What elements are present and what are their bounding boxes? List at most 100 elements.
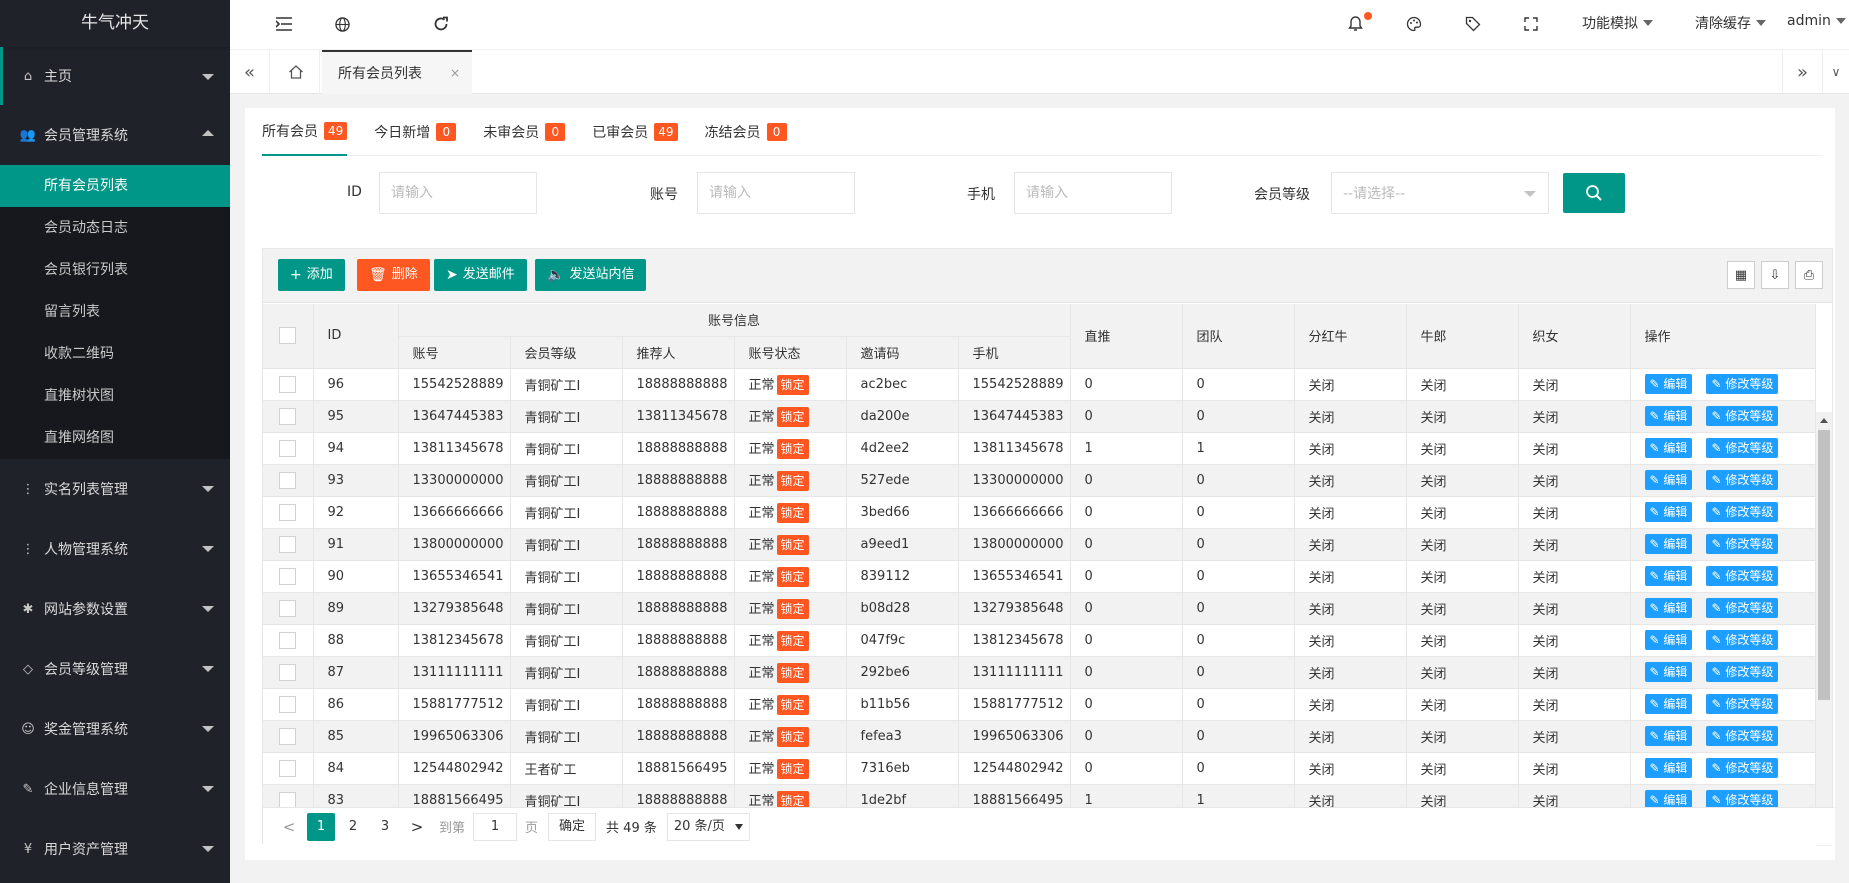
edit-level-button[interactable]: ✎ 修改等级 — [1706, 758, 1779, 778]
tabs-dropdown-icon[interactable]: ∨ — [1822, 50, 1849, 94]
edit-button[interactable]: ✎ 编辑 — [1644, 502, 1693, 522]
next-page-button[interactable]: > — [403, 813, 431, 841]
lock-button[interactable]: 锁定 — [776, 662, 809, 683]
scroll-thumb[interactable] — [1818, 430, 1830, 700]
tabs-right-icon[interactable]: » — [1782, 50, 1822, 94]
table-row[interactable]: 88 13812345678 青铜矿工I 18888888888 正常 锁定 047f9c 1… — [263, 624, 1816, 657]
search-button[interactable] — [1563, 173, 1625, 213]
edit-level-button[interactable]: ✎ 修改等级 — [1706, 374, 1779, 394]
lock-button[interactable]: 锁定 — [776, 470, 809, 491]
select-all-checkbox[interactable] — [279, 327, 297, 345]
bell-icon[interactable] — [1345, 14, 1365, 34]
edit-level-button[interactable]: ✎ 修改等级 — [1706, 566, 1779, 586]
edit-button[interactable]: ✎ 编辑 — [1644, 438, 1693, 458]
lock-button[interactable]: 锁定 — [776, 406, 809, 427]
row-checkbox[interactable] — [279, 503, 297, 521]
edit-button[interactable]: ✎ 编辑 — [1644, 566, 1693, 586]
lock-button[interactable]: 锁定 — [776, 566, 809, 587]
delete-button[interactable]: 🗑 删除 — [357, 259, 430, 291]
print-icon[interactable]: ⎙ — [1795, 261, 1823, 289]
sidebar-subitem-6[interactable]: 直推网络图 — [0, 417, 230, 459]
table-row[interactable]: 85 19965063306 青铜矿工I 18888888888 正常 锁定 fefea3 1… — [263, 720, 1816, 753]
row-checkbox[interactable] — [279, 663, 297, 681]
edit-level-button[interactable]: ✎ 修改等级 — [1706, 534, 1779, 554]
table-row[interactable]: 84 12544802942 王者矿工 18881566495 正常 锁定 7316eb 12… — [263, 752, 1816, 785]
globe-icon[interactable] — [332, 14, 352, 34]
row-checkbox[interactable] — [279, 599, 297, 617]
row-checkbox[interactable] — [279, 567, 297, 585]
table-row[interactable]: 91 13800000000 青铜矿工I 18888888888 正常 锁定 a9eed1 1… — [263, 528, 1816, 561]
sidebar-item-4[interactable]: ✱ 网站参数设置 — [0, 579, 230, 639]
sidebar-item-5[interactable]: ◇ 会员等级管理 — [0, 639, 230, 699]
clear-cache-menu[interactable]: 清除缓存 — [1695, 13, 1766, 33]
sidebar-subitem-5[interactable]: 直推树状图 — [0, 375, 230, 417]
id-input[interactable] — [379, 172, 537, 214]
edit-level-button[interactable]: ✎ 修改等级 — [1706, 470, 1779, 490]
edit-level-button[interactable]: ✎ 修改等级 — [1706, 598, 1779, 618]
sidebar-item-0[interactable]: ⌂ 主页 — [0, 47, 230, 105]
goto-confirm-button[interactable]: 确定 — [548, 812, 597, 841]
simulate-menu[interactable]: 功能模拟 — [1582, 13, 1653, 33]
lock-button[interactable]: 锁定 — [776, 374, 809, 395]
edit-level-button[interactable]: ✎ 修改等级 — [1706, 662, 1779, 682]
edit-level-button[interactable]: ✎ 修改等级 — [1706, 406, 1779, 426]
edit-button[interactable]: ✎ 编辑 — [1644, 758, 1693, 778]
row-checkbox[interactable] — [279, 471, 297, 489]
sidebar-item-1[interactable]: 👥 会员管理系统 — [0, 105, 230, 165]
page-number-input[interactable]: 1 — [473, 812, 518, 841]
table-row[interactable]: 86 15881777512 青铜矿工I 18888888888 正常 锁定 b11b56 1… — [263, 688, 1816, 721]
scroll-up-icon[interactable] — [1820, 418, 1828, 423]
row-checkbox[interactable] — [279, 535, 297, 553]
sidebar-item-6[interactable]: ☺ 奖金管理系统 — [0, 699, 230, 759]
refresh-icon[interactable] — [431, 14, 451, 34]
edit-button[interactable]: ✎ 编辑 — [1644, 406, 1693, 426]
row-checkbox[interactable] — [279, 695, 297, 713]
prev-page-button[interactable]: < — [275, 813, 303, 841]
edit-level-button[interactable]: ✎ 修改等级 — [1706, 630, 1779, 650]
table-row[interactable]: 94 13811345678 青铜矿工I 18888888888 正常 锁定 4d2ee2 1… — [263, 432, 1816, 465]
table-row[interactable]: 89 13279385648 青铜矿工I 18888888888 正常 锁定 b08d28 1… — [263, 592, 1816, 625]
tab-all[interactable]: 所有会员 49 — [262, 108, 348, 156]
page-2-button[interactable]: 2 — [339, 813, 367, 841]
sidebar-item-2[interactable]: ⋮ 实名列表管理 — [0, 459, 230, 519]
row-checkbox[interactable] — [279, 759, 297, 777]
tab-today-new[interactable]: 今日新增 0 — [374, 108, 457, 156]
sidebar-subitem-2[interactable]: 会员银行列表 — [0, 249, 230, 291]
edit-button[interactable]: ✎ 编辑 — [1644, 726, 1693, 746]
palette-icon[interactable] — [1404, 14, 1424, 34]
table-row[interactable]: 96 15542528889 青铜矿工I 18888888888 正常 锁定 ac2bec 1… — [263, 368, 1816, 401]
tab-frozen[interactable]: 冻结会员 0 — [705, 108, 787, 156]
edit-button[interactable]: ✎ 编辑 — [1644, 374, 1693, 394]
lock-button[interactable]: 锁定 — [776, 726, 809, 747]
sidebar-item-7[interactable]: ✎ 企业信息管理 — [0, 759, 230, 819]
page-3-button[interactable]: 3 — [371, 813, 399, 841]
row-checkbox[interactable] — [279, 631, 297, 649]
edit-button[interactable]: ✎ 编辑 — [1644, 694, 1693, 714]
sidebar-subitem-1[interactable]: 会员动态日志 — [0, 207, 230, 249]
table-row[interactable]: 87 13111111111 青铜矿工I 18888888888 正常 锁定 292be6 1… — [263, 656, 1816, 689]
sidebar-item-3[interactable]: ⋮ 人物管理系统 — [0, 519, 230, 579]
edit-button[interactable]: ✎ 编辑 — [1644, 470, 1693, 490]
lock-button[interactable]: 锁定 — [776, 598, 809, 619]
phone-input[interactable] — [1014, 172, 1172, 214]
edit-button[interactable]: ✎ 编辑 — [1644, 662, 1693, 682]
row-checkbox[interactable] — [279, 375, 297, 393]
lock-button[interactable]: 锁定 — [776, 630, 809, 651]
table-row[interactable]: 92 13666666666 青铜矿工I 18888888888 正常 锁定 3bed66 1… — [263, 496, 1816, 529]
send-mail-button[interactable]: ➤ 发送邮件 — [434, 259, 527, 291]
edit-button[interactable]: ✎ 编辑 — [1644, 630, 1693, 650]
tag-icon[interactable] — [1463, 14, 1483, 34]
row-checkbox[interactable] — [279, 439, 297, 457]
edit-level-button[interactable]: ✎ 修改等级 — [1706, 438, 1779, 458]
columns-icon[interactable]: ▦ — [1727, 261, 1755, 289]
home-tab-icon[interactable] — [272, 50, 320, 94]
tab-reviewed[interactable]: 已审会员 49 — [592, 108, 678, 156]
close-icon[interactable]: × — [450, 66, 460, 80]
sidebar-subitem-3[interactable]: 留言列表 — [0, 291, 230, 333]
table-row[interactable]: 90 13655346541 青铜矿工I 18888888888 正常 锁定 839112 1… — [263, 560, 1816, 593]
menu-toggle-icon[interactable] — [274, 14, 294, 34]
edit-button[interactable]: ✎ 编辑 — [1644, 534, 1693, 554]
user-menu[interactable]: admin — [1787, 13, 1846, 29]
lock-button[interactable]: 锁定 — [776, 694, 809, 715]
sidebar-item-8[interactable]: ¥ 用户资产管理 — [0, 819, 230, 879]
